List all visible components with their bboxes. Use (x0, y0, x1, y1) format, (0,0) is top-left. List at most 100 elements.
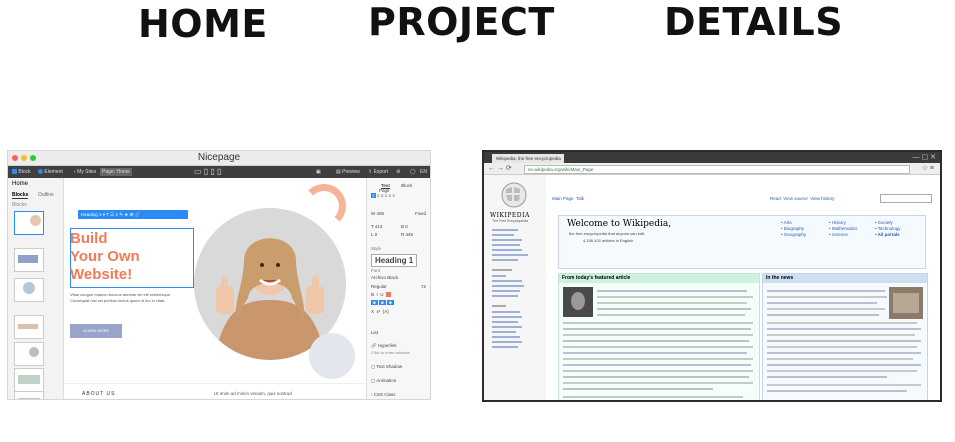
sidebar-link[interactable] (492, 316, 522, 318)
text-line (767, 364, 921, 366)
left-value[interactable]: 0 (375, 232, 378, 237)
tab-main-page[interactable]: Main Page (552, 196, 574, 201)
window-controls-icon[interactable]: — ▢ ✕ (913, 153, 936, 161)
block-thumbnail[interactable] (14, 368, 44, 392)
wikipedia-screenshot[interactable]: Wikipedia, the free encyclopedia — ▢ ✕ ←… (482, 150, 942, 402)
hero-heading[interactable]: Build Your Own Website! (70, 230, 140, 284)
sidebar-link[interactable] (492, 336, 520, 338)
tab-block[interactable]: Block (401, 183, 412, 188)
text-line (563, 364, 751, 366)
sidebar-link[interactable] (492, 331, 516, 333)
portal-all[interactable]: • All portals (875, 232, 901, 238)
alignment-buttons[interactable]: ≡ ≡ ≡ ≡ ≡ ≡ (371, 193, 426, 198)
top-value[interactable]: 413 (375, 224, 383, 229)
hyperlink-input[interactable]: Click to enter address (371, 350, 426, 355)
text-format-toolbar[interactable]: Heading 1 ▾ T ☰ ≡ ✎ ★ ⚙ 🔗 (78, 210, 188, 219)
text-line (563, 382, 753, 384)
sidebar-link[interactable] (492, 295, 518, 297)
tab-view-source[interactable]: View source (783, 196, 807, 201)
save-icon[interactable]: ▣ (316, 169, 321, 175)
sidebar-link[interactable] (492, 249, 522, 251)
text-shadow-option[interactable]: ▢ Text Shadow (371, 364, 426, 370)
color-swatches[interactable]: ■ ■ ■ (371, 300, 426, 305)
sidebar-link[interactable] (492, 326, 522, 328)
portal-geography[interactable]: • Geography (781, 232, 806, 238)
news-photo[interactable] (889, 287, 923, 319)
featured-article-box: From today's featured article (558, 273, 760, 400)
text-line (767, 322, 917, 324)
nav-details[interactable]: DETAILS (664, 0, 843, 44)
url-input[interactable]: en.wikipedia.org/wiki/Main_Page (524, 165, 910, 174)
sidebar-link[interactable] (492, 259, 518, 261)
tab-blocks[interactable]: Blocks (12, 192, 29, 199)
export-button[interactable]: ⇪ Export (368, 169, 388, 175)
text-style-buttons[interactable]: B I U (371, 292, 426, 297)
sidebar-link[interactable] (492, 254, 528, 256)
sidebar-link[interactable] (492, 234, 514, 236)
block-thumbnail[interactable] (14, 342, 44, 366)
user-icon[interactable]: ◯ (410, 169, 416, 175)
sidebar-link[interactable] (492, 275, 506, 277)
add-block-button[interactable]: Block (12, 169, 31, 175)
block-thumbnail[interactable] (14, 278, 44, 302)
featured-photo[interactable] (563, 287, 593, 317)
sidebar-link[interactable] (492, 346, 518, 348)
device-desktop-icon[interactable]: ▭ ▯ ▯ ▯ (194, 167, 221, 176)
text-line (767, 302, 877, 304)
sidebar-link[interactable] (492, 244, 520, 246)
preview-button[interactable]: ▤ Preview (336, 169, 360, 175)
block-thumbnail[interactable] (14, 211, 44, 235)
add-element-button[interactable]: Element (38, 169, 63, 175)
block-label: Block (18, 169, 31, 175)
sidebar-link[interactable] (492, 239, 522, 241)
browser-addressbar: ← → ⟳ en.wikipedia.org/wiki/Main_Page ☆ … (484, 163, 940, 175)
block-thumbnail[interactable] (14, 315, 44, 339)
sidebar-link[interactable] (492, 341, 522, 343)
block-thumbnail[interactable] (14, 391, 44, 399)
css-class-option[interactable]: › CSS Class (371, 392, 426, 397)
tab-view-history[interactable]: View history (810, 196, 834, 201)
wiki-search-input[interactable] (880, 194, 932, 203)
tab-outline[interactable]: Outline (38, 192, 54, 198)
sidebar-link[interactable] (492, 311, 520, 313)
nav-arrows-icon[interactable]: ← → ⟳ (488, 164, 512, 172)
text-line (767, 370, 917, 372)
animation-option[interactable]: ▢ Animation (371, 378, 426, 384)
sidebar-link[interactable] (492, 280, 522, 282)
script-buttons[interactable]: X x¹ {A} (371, 309, 426, 314)
font-weight-select[interactable]: Regular (371, 284, 387, 289)
tab-read[interactable]: Read (770, 196, 781, 201)
sidebar-section-header (492, 305, 506, 307)
browser-tab[interactable]: Wikipedia, the free encyclopedia (492, 154, 564, 163)
sizing-select[interactable]: Fixed (415, 211, 426, 216)
sidebar-link[interactable] (492, 285, 524, 287)
welcome-title: Welcome to Wikipedia, (567, 219, 672, 229)
my-sites-link[interactable]: ‹ My Sites (74, 169, 96, 175)
nav-project[interactable]: PROJECT (368, 0, 555, 44)
editor-canvas[interactable]: Heading 1 ▾ T ☰ ≡ ✎ ★ ⚙ 🔗 Build Your Own… (64, 178, 366, 399)
tab-talk[interactable]: Talk (576, 196, 584, 201)
element-label: Element (44, 169, 63, 175)
font-select[interactable]: Archivo Black (371, 275, 426, 280)
sidebar-link[interactable] (492, 229, 518, 231)
text-line (563, 322, 753, 324)
nav-home[interactable]: HOME (138, 2, 268, 46)
language-select[interactable]: EN (420, 169, 427, 175)
page-select[interactable]: Page: Home (100, 168, 132, 176)
settings-gear-icon[interactable]: ⚙ (396, 169, 400, 175)
learn-more-button[interactable]: LEARN MORE (70, 324, 122, 338)
hero-line-1: Build (70, 230, 108, 247)
style-select[interactable]: Heading 1 (371, 254, 418, 267)
portal-science[interactable]: • Science (829, 232, 857, 238)
bottom-value[interactable]: 0 (405, 224, 408, 229)
right-value[interactable]: 445 (406, 232, 414, 237)
section-label: Blocks (12, 202, 27, 208)
font-size-value[interactable]: 72 (421, 284, 426, 289)
heading-style-select[interactable]: Heading 1 ▾ T ☰ ≡ ✎ ★ ⚙ 🔗 (81, 212, 140, 218)
menu-icon[interactable]: ☆ ≡ (922, 164, 934, 172)
sidebar-link[interactable] (492, 321, 518, 323)
sidebar-link[interactable] (492, 290, 520, 292)
block-thumbnail[interactable] (14, 248, 44, 272)
nicepage-screenshot[interactable]: Nicepage Block Element ‹ My Sites Page: … (7, 150, 431, 400)
width-value[interactable]: 495 (377, 211, 385, 216)
